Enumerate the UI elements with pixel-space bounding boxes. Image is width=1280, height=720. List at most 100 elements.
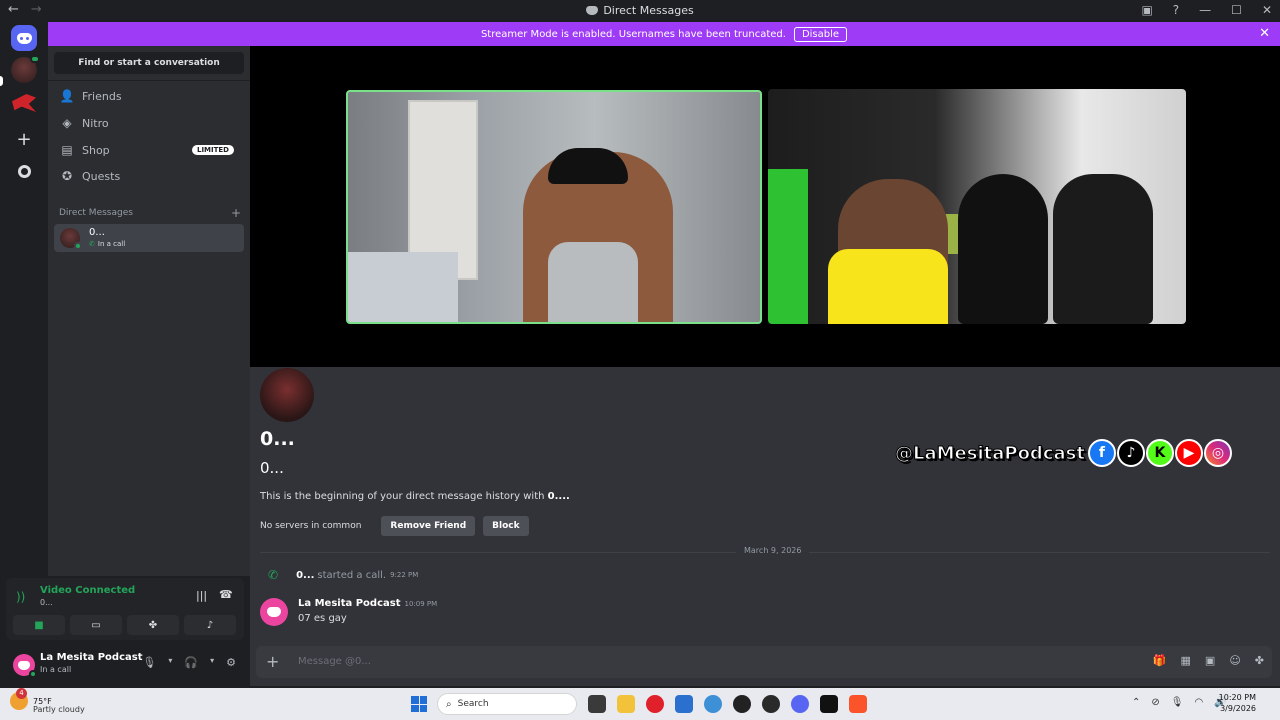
soundboard-button[interactable]: ♪ bbox=[184, 615, 236, 635]
microphone-icon[interactable]: 🎙 bbox=[142, 656, 156, 669]
capcut-icon[interactable] bbox=[820, 695, 838, 713]
camera-button[interactable]: ■ bbox=[13, 615, 65, 635]
opera-icon[interactable] bbox=[646, 695, 664, 713]
inbox-icon[interactable]: ▣ bbox=[1141, 3, 1152, 17]
obs-icon[interactable] bbox=[762, 695, 780, 713]
discord-icon bbox=[18, 660, 30, 670]
call-stage bbox=[250, 46, 1280, 367]
message-avatar[interactable] bbox=[260, 598, 288, 626]
discord-icon bbox=[586, 6, 599, 15]
friends-icon: 👤 bbox=[59, 89, 75, 103]
user-name[interactable]: La Mesita Podcast bbox=[40, 652, 143, 663]
apps-icon[interactable]: ✤ bbox=[1255, 654, 1264, 667]
windows-start-icon[interactable] bbox=[411, 696, 427, 712]
server-icon[interactable] bbox=[11, 90, 37, 116]
tiktok-icon: ♪ bbox=[1116, 439, 1145, 467]
profile-actions: No servers in common Remove Friend Block bbox=[260, 516, 529, 536]
brave-icon[interactable] bbox=[849, 695, 867, 713]
video-person bbox=[548, 148, 628, 184]
maximize-icon[interactable]: ☐ bbox=[1231, 3, 1242, 17]
window-controls: ▣ ? — ☐ ✕ bbox=[1141, 3, 1272, 17]
main-content: 0... 0... This is the beginning of your … bbox=[250, 46, 1280, 686]
clock-date: 3/9/2026 bbox=[1220, 704, 1256, 713]
message-author[interactable]: La Mesita Podcast bbox=[298, 598, 401, 609]
settings-gear-icon[interactable]: ⚙ bbox=[226, 656, 236, 669]
wifi-icon[interactable]: ◠ bbox=[1194, 697, 1203, 708]
clock[interactable]: 10:20 PM 3/9/2026 bbox=[1219, 692, 1256, 714]
sticker-icon[interactable]: ▣ bbox=[1205, 654, 1215, 667]
attach-plus-icon[interactable]: + bbox=[266, 652, 279, 671]
taskbar-search[interactable]: ⌕ Search bbox=[437, 693, 577, 715]
profile-avatar[interactable] bbox=[260, 368, 314, 422]
dm-name: 0... bbox=[89, 227, 105, 238]
file-explorer-icon[interactable] bbox=[617, 695, 635, 713]
date-label: March 9, 2026 bbox=[736, 546, 810, 555]
activities-button[interactable]: ✤ bbox=[127, 615, 179, 635]
discord-icon bbox=[267, 607, 281, 617]
noise-suppression-icon[interactable]: ||| bbox=[196, 589, 207, 602]
emoji-icon[interactable]: ☺ bbox=[1229, 654, 1240, 667]
user-controls: 🎙 ▾ 🎧 ▾ ⚙ bbox=[142, 656, 236, 669]
video-tile-2[interactable] bbox=[768, 89, 1186, 324]
edge-icon[interactable] bbox=[704, 695, 722, 713]
call-author[interactable]: 0... bbox=[296, 570, 314, 581]
chevron-up-icon[interactable]: ⌃ bbox=[1132, 697, 1140, 708]
call-system-message: ✆ 0... started a call. 9:22 PM bbox=[268, 568, 418, 582]
sidebar-item-label: Friends bbox=[82, 89, 122, 103]
mutual-servers: No servers in common bbox=[260, 521, 362, 531]
weather-widget[interactable]: 4 75°F Partly cloudy bbox=[10, 688, 85, 714]
sidebar-item-shop[interactable]: ▤ Shop LIMITED bbox=[56, 138, 244, 162]
remove-friend-button[interactable]: Remove Friend bbox=[381, 516, 476, 536]
stream-overlay: @LaMesitaPodcast f ♪ K ▶ ◎ bbox=[895, 439, 1232, 467]
date-divider: March 9, 2026 bbox=[260, 546, 1270, 555]
microphone-icon[interactable]: 🎙 bbox=[1171, 697, 1184, 708]
message-input[interactable]: Message @0... bbox=[298, 656, 371, 667]
call-text: started a call. bbox=[317, 569, 387, 581]
discover-icon[interactable] bbox=[11, 158, 37, 184]
minimize-icon[interactable]: — bbox=[1199, 3, 1211, 17]
video-person bbox=[1053, 174, 1153, 324]
signal-icon[interactable]: )) bbox=[16, 590, 25, 604]
gif-icon[interactable]: ▦ bbox=[1181, 654, 1191, 667]
screen-share-button[interactable]: ▭ bbox=[70, 615, 122, 635]
dm-header-label: Direct Messages bbox=[59, 208, 133, 218]
disconnect-icon[interactable]: ☎ bbox=[219, 588, 233, 601]
discord-taskbar-icon[interactable] bbox=[791, 695, 809, 713]
video-scene bbox=[768, 169, 808, 324]
sidebar-item-nitro[interactable]: ◈ Nitro bbox=[56, 111, 244, 135]
screen-share-icon: ▭ bbox=[91, 619, 101, 631]
add-server-icon[interactable]: + bbox=[11, 126, 37, 152]
call-badge-icon bbox=[30, 55, 40, 63]
voice-channel: 0... bbox=[40, 598, 53, 607]
disable-button[interactable]: Disable bbox=[793, 26, 848, 42]
app-icon[interactable] bbox=[733, 695, 751, 713]
video-person bbox=[958, 174, 1048, 324]
user-panel: La Mesita Podcast In a call 🎙 ▾ 🎧 ▾ ⚙ bbox=[6, 646, 244, 682]
composer-tools: 🎁 ▦ ▣ ☺ ✤ bbox=[1153, 654, 1264, 667]
chevron-down-icon[interactable]: ▾ bbox=[168, 656, 172, 669]
task-view-icon[interactable] bbox=[588, 695, 606, 713]
home-button[interactable] bbox=[11, 25, 37, 51]
history-start-text: This is the beginning of your direct mes… bbox=[260, 491, 570, 502]
network-icon[interactable]: ⊘ bbox=[1151, 697, 1159, 708]
chevron-down-icon[interactable]: ▾ bbox=[210, 656, 214, 669]
gift-icon[interactable]: 🎁 bbox=[1153, 654, 1167, 667]
video-tile-1[interactable] bbox=[346, 90, 762, 324]
discord-icon bbox=[16, 32, 32, 44]
block-button[interactable]: Block bbox=[483, 516, 529, 536]
close-window-icon[interactable]: ✕ bbox=[1262, 3, 1272, 17]
find-conversation-button[interactable]: Find or start a conversation bbox=[54, 52, 244, 74]
help-icon[interactable]: ? bbox=[1173, 3, 1179, 17]
headphones-icon[interactable]: 🎧 bbox=[184, 656, 198, 669]
facebook-icon: f bbox=[1087, 439, 1116, 467]
store-icon[interactable] bbox=[675, 695, 693, 713]
dm-item[interactable]: 0... ✆ In a call bbox=[54, 224, 244, 252]
voice-status[interactable]: Video Connected bbox=[40, 585, 135, 596]
sidebar-item-quests[interactable]: ✪ Quests bbox=[56, 164, 244, 188]
close-banner-icon[interactable]: ✕ bbox=[1259, 26, 1270, 41]
user-avatar[interactable] bbox=[13, 654, 37, 678]
dm-sidebar: Find or start a conversation 👤 Friends ◈… bbox=[48, 46, 250, 576]
create-dm-icon[interactable]: + bbox=[231, 206, 241, 220]
dm-call-avatar[interactable] bbox=[11, 55, 40, 83]
sidebar-item-friends[interactable]: 👤 Friends bbox=[56, 84, 244, 108]
